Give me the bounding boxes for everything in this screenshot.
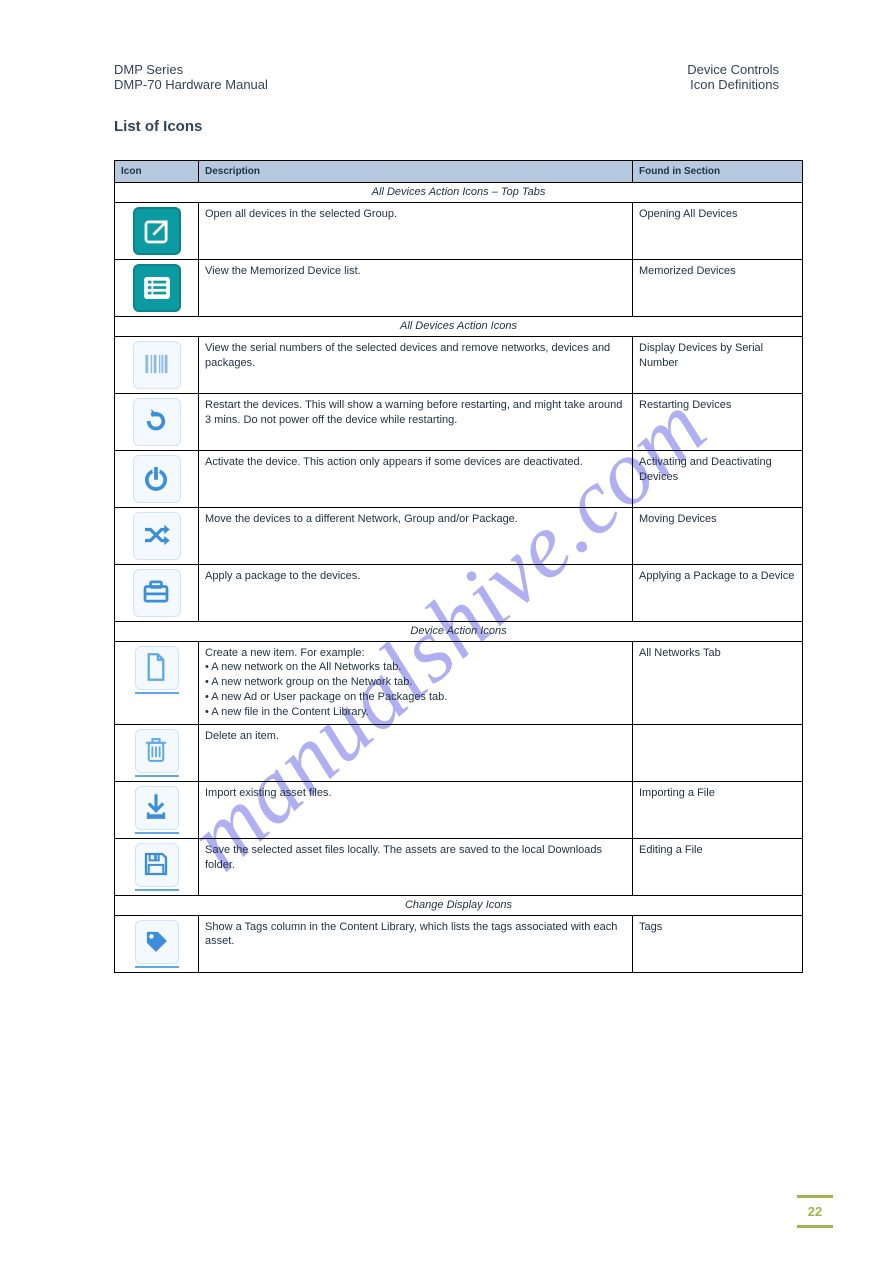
section-link[interactable]: Moving Devices <box>633 507 803 564</box>
header-left: DMP Series DMP-70 Hardware Manual <box>114 62 268 92</box>
description: Apply a package to the devices. <box>199 564 633 621</box>
section-link[interactable]: Tags <box>633 915 803 972</box>
section-link[interactable]: Memorized Devices <box>633 259 803 316</box>
description: Activate the device. This action only ap… <box>199 450 633 507</box>
table-row: View the serial numbers of the selected … <box>115 336 803 393</box>
header-right: Device Controls Icon Definitions <box>687 62 779 92</box>
barcode-icon[interactable] <box>133 341 181 389</box>
download-icon[interactable] <box>135 786 179 830</box>
file-icon[interactable] <box>135 646 179 690</box>
section-link[interactable]: All Networks Tab <box>633 641 803 724</box>
table-row: Restart the devices. This will show a wa… <box>115 393 803 450</box>
description: Restart the devices. This will show a wa… <box>199 393 633 450</box>
table-row: Show a Tags column in the Content Librar… <box>115 915 803 972</box>
description: Delete an item. <box>199 724 633 781</box>
col-description: Description <box>199 161 633 183</box>
description: Open all devices in the selected Group. <box>199 202 633 259</box>
save-icon[interactable] <box>135 843 179 887</box>
table-row: Open all devices in the selected Group. … <box>115 202 803 259</box>
list-icon[interactable] <box>133 264 181 312</box>
briefcase-icon[interactable] <box>133 569 181 617</box>
description: Move the devices to a different Network,… <box>199 507 633 564</box>
header-left-line2: DMP-70 Hardware Manual <box>114 77 268 92</box>
section-link[interactable] <box>633 724 803 781</box>
table-row: Apply a package to the devices. Applying… <box>115 564 803 621</box>
table-row: Save the selected asset files locally. T… <box>115 838 803 895</box>
table-row: Import existing asset files. Importing a… <box>115 781 803 838</box>
section-header: All Devices Action Icons – Top Tabs <box>115 183 803 203</box>
section-link[interactable]: Editing a File <box>633 838 803 895</box>
power-icon[interactable] <box>133 455 181 503</box>
tag-icon[interactable] <box>135 920 179 964</box>
open-external-icon[interactable] <box>133 207 181 255</box>
section-header: Device Action Icons <box>115 621 803 641</box>
page-number: 22 <box>797 1201 833 1222</box>
header-left-line1: DMP Series <box>114 62 268 77</box>
table-row: Create a new item. For example: • A new … <box>115 641 803 724</box>
section-link[interactable]: Opening All Devices <box>633 202 803 259</box>
section-link[interactable]: Restarting Devices <box>633 393 803 450</box>
page-title: List of Icons <box>114 118 202 135</box>
description: Show a Tags column in the Content Librar… <box>199 915 633 972</box>
section-header: Change Display Icons <box>115 895 803 915</box>
header-right-line1: Device Controls <box>687 62 779 77</box>
section-header: All Devices Action Icons <box>115 316 803 336</box>
shuffle-icon[interactable] <box>133 512 181 560</box>
description: Create a new item. For example: • A new … <box>199 641 633 724</box>
icon-definitions-table: Icon Description Found in Section All De… <box>114 160 803 973</box>
table-row: Delete an item. <box>115 724 803 781</box>
description: View the Memorized Device list. <box>199 259 633 316</box>
header-right-line2: Icon Definitions <box>687 77 779 92</box>
description: View the serial numbers of the selected … <box>199 336 633 393</box>
section-link[interactable]: Display Devices by Serial Number <box>633 336 803 393</box>
description: Save the selected asset files locally. T… <box>199 838 633 895</box>
table-row: Activate the device. This action only ap… <box>115 450 803 507</box>
section-link[interactable]: Activating and Deactivating Devices <box>633 450 803 507</box>
refresh-icon[interactable] <box>133 398 181 446</box>
table-row: Move the devices to a different Network,… <box>115 507 803 564</box>
section-link[interactable]: Importing a File <box>633 781 803 838</box>
description: Import existing asset files. <box>199 781 633 838</box>
col-section: Found in Section <box>633 161 803 183</box>
table-row: View the Memorized Device list. Memorize… <box>115 259 803 316</box>
section-link[interactable]: Applying a Package to a Device <box>633 564 803 621</box>
page-number-badge: 22 <box>797 1192 833 1231</box>
col-icon: Icon <box>115 161 199 183</box>
trash-icon[interactable] <box>135 729 179 773</box>
